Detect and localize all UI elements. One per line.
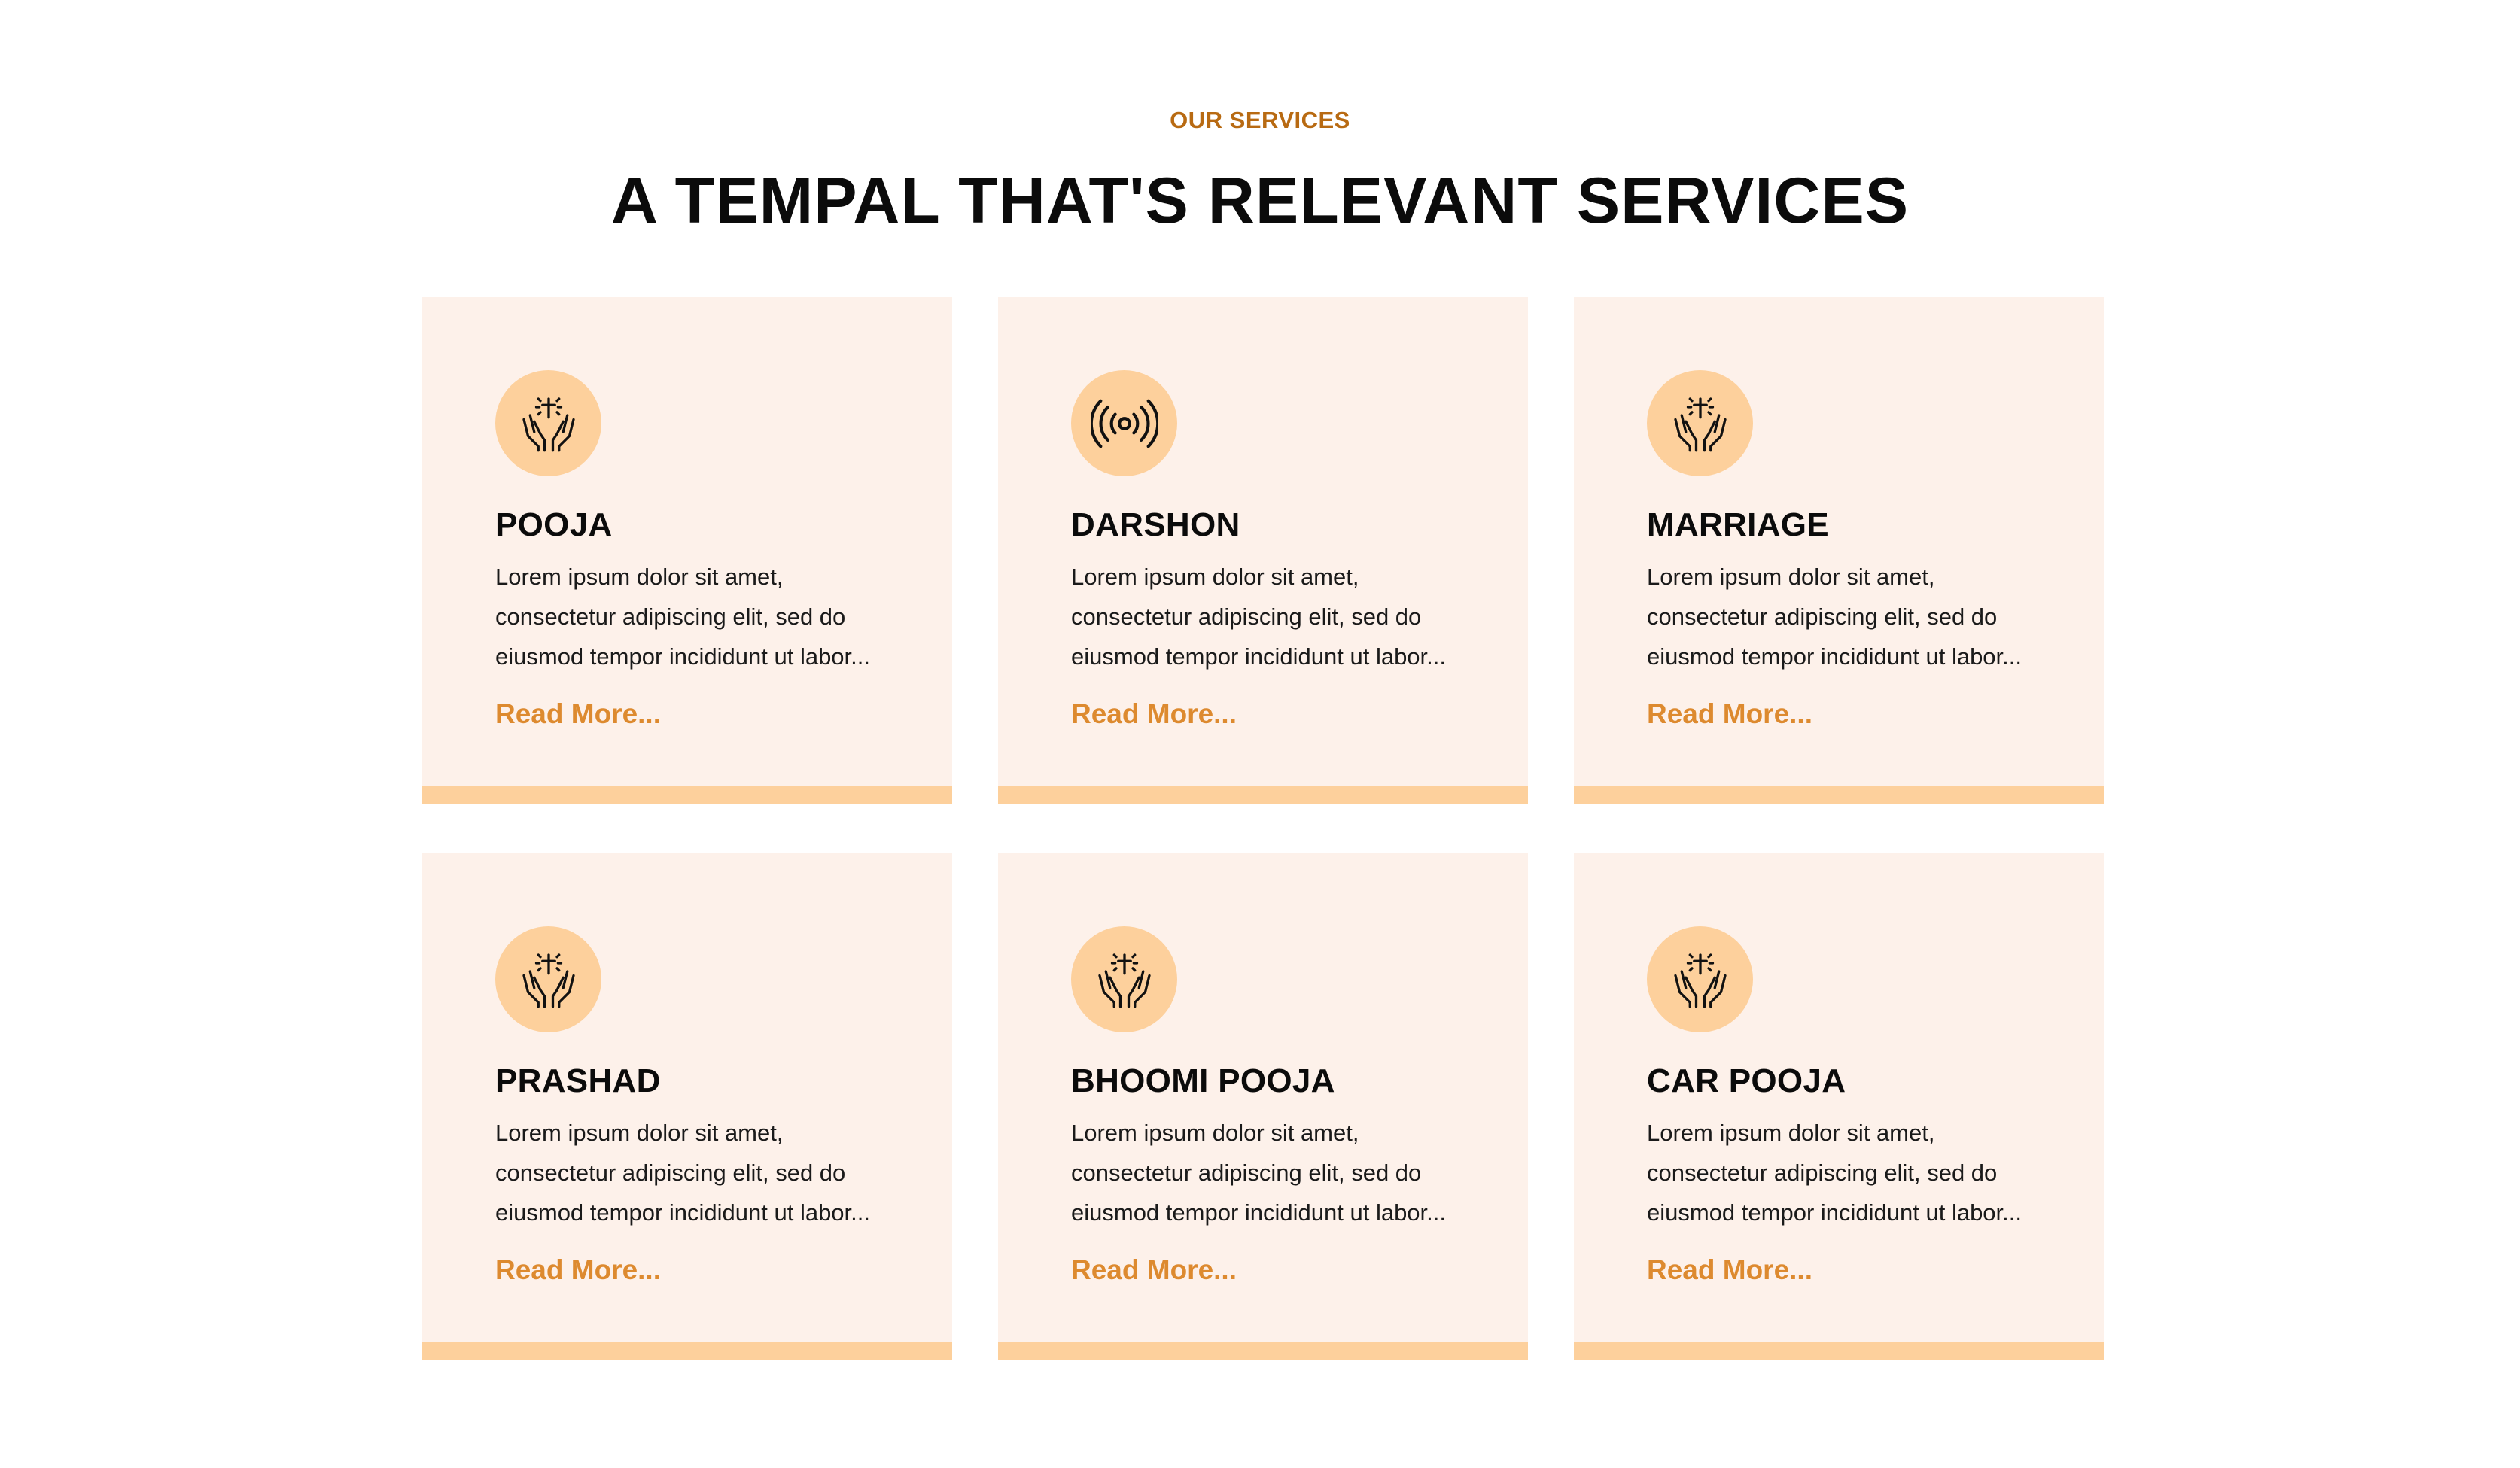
- service-title: PRASHAD: [495, 1062, 661, 1099]
- section-heading: A TEMPAL THAT'S RELEVANT SERVICES: [610, 165, 1910, 237]
- praying-hands-cross-icon: [495, 370, 601, 476]
- praying-hands-cross-icon: [495, 926, 601, 1032]
- service-description: Lorem ipsum dolor sit amet, consectetur …: [495, 564, 870, 670]
- broadcast-signal-icon: [1071, 370, 1177, 476]
- service-description: Lorem ipsum dolor sit amet, consectetur …: [1071, 1120, 1446, 1226]
- service-card-pooja: POOJA Lorem ipsum dolor sit amet, consec…: [422, 297, 952, 804]
- service-title: BHOOMI POOJA: [1071, 1062, 1335, 1099]
- service-title: POOJA: [495, 506, 613, 543]
- service-title: MARRIAGE: [1647, 506, 1829, 543]
- service-description: Lorem ipsum dolor sit amet, consectetur …: [495, 1120, 870, 1226]
- praying-hands-cross-icon: [1647, 926, 1753, 1032]
- service-card-prashad: PRASHAD Lorem ipsum dolor sit amet, cons…: [422, 853, 952, 1360]
- services-section: OUR SERVICES A TEMPAL THAT'S RELEVANT SE…: [0, 0, 2520, 1468]
- service-card-darshon: DARSHON Lorem ipsum dolor sit amet, cons…: [998, 297, 1528, 804]
- read-more-link[interactable]: Read More...: [1071, 1254, 1237, 1286]
- service-description: Lorem ipsum dolor sit amet, consectetur …: [1647, 564, 2022, 670]
- service-description: Lorem ipsum dolor sit amet, consectetur …: [1071, 564, 1446, 670]
- read-more-link[interactable]: Read More...: [495, 698, 661, 730]
- service-title: DARSHON: [1071, 506, 1240, 543]
- praying-hands-cross-icon: [1071, 926, 1177, 1032]
- service-card-marriage: MARRIAGE Lorem ipsum dolor sit amet, con…: [1574, 297, 2104, 804]
- service-card-car-pooja: CAR POOJA Lorem ipsum dolor sit amet, co…: [1574, 853, 2104, 1360]
- services-grid: POOJA Lorem ipsum dolor sit amet, consec…: [422, 297, 2104, 1360]
- section-eyebrow: OUR SERVICES: [1170, 107, 1350, 133]
- read-more-link[interactable]: Read More...: [1647, 698, 1812, 730]
- service-card-bhoomi-pooja: BHOOMI POOJA Lorem ipsum dolor sit amet,…: [998, 853, 1528, 1360]
- service-title: CAR POOJA: [1647, 1062, 1846, 1099]
- service-description: Lorem ipsum dolor sit amet, consectetur …: [1647, 1120, 2022, 1226]
- read-more-link[interactable]: Read More...: [495, 1254, 661, 1286]
- read-more-link[interactable]: Read More...: [1647, 1254, 1812, 1286]
- praying-hands-cross-icon: [1647, 370, 1753, 476]
- read-more-link[interactable]: Read More...: [1071, 698, 1237, 730]
